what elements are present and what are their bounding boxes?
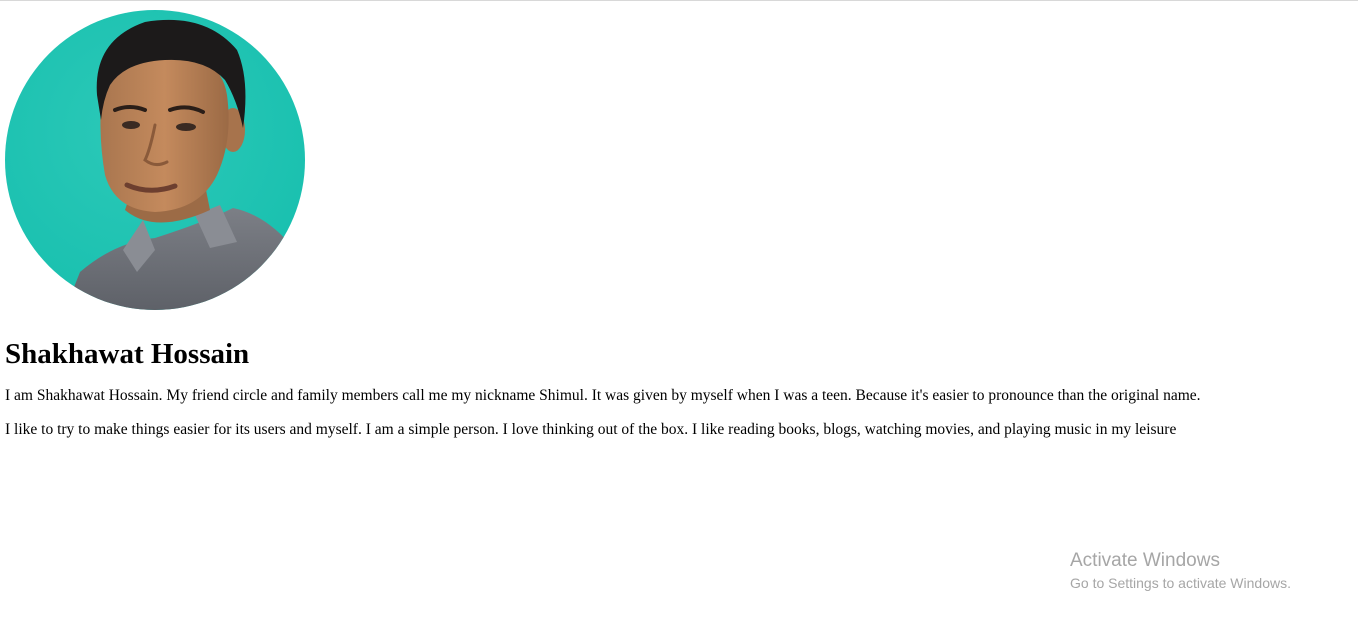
- bio-paragraph-2: I like to try to make things easier for …: [5, 421, 1177, 438]
- top-border: [0, 0, 1358, 1]
- profile-photo: [5, 10, 305, 310]
- profile-name-heading: Shakhawat Hossain: [5, 338, 250, 370]
- watermark-title: Activate Windows: [1070, 550, 1220, 571]
- profile-section: Shakhawat Hossain I am Shakhawat Hossain…: [5, 10, 1345, 440]
- watermark-subtitle: Go to Settings to activate Windows.: [1070, 575, 1291, 591]
- person-portrait-image: [5, 10, 305, 310]
- bio-paragraph-1: I am Shakhawat Hossain. My friend circle…: [5, 387, 1201, 404]
- activate-windows-watermark: Activate Windows Go to Settings to activ…: [1070, 549, 1291, 592]
